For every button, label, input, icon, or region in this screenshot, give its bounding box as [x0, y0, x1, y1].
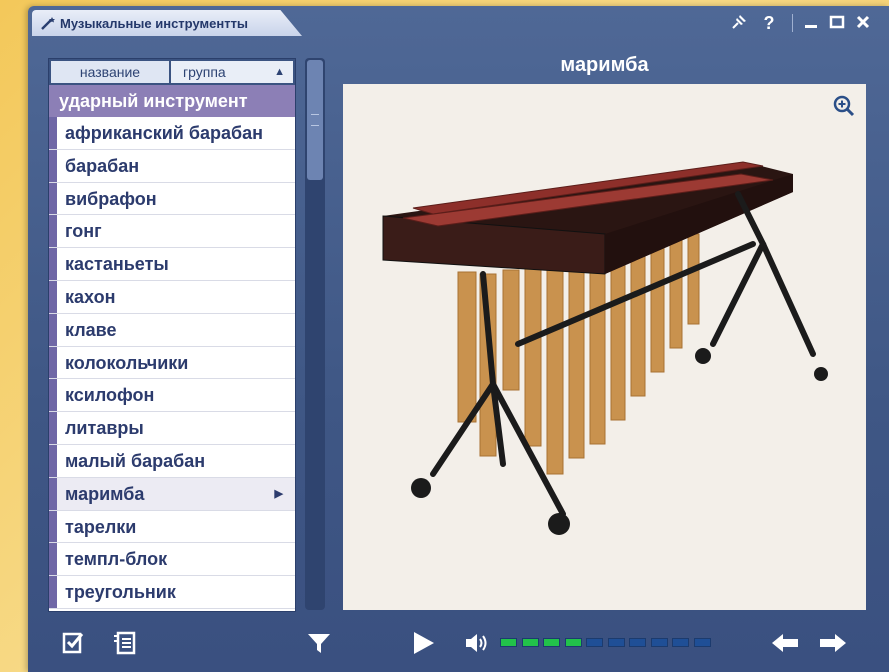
list-view-button[interactable]	[110, 628, 140, 658]
group-tab-label: группа	[183, 64, 226, 80]
sort-by-name-tab[interactable]: название	[51, 61, 169, 83]
list-item[interactable]: треугольник	[49, 576, 295, 609]
volume-segment[interactable]	[564, 638, 582, 647]
list-item-label: литавры	[65, 418, 144, 439]
list-item[interactable]: барабан	[49, 149, 295, 183]
list-header: название группа ▲	[49, 59, 295, 85]
pin-button[interactable]	[728, 12, 750, 34]
minimize-button[interactable]	[800, 12, 822, 34]
bottom-toolbar	[28, 618, 889, 672]
list-item[interactable]: вибрафон	[49, 182, 295, 216]
list-item[interactable]: африканский барабан	[49, 117, 295, 150]
scroll-thumb[interactable]	[307, 60, 323, 180]
next-button[interactable]	[818, 628, 848, 658]
marimba-illustration	[382, 161, 828, 535]
close-button[interactable]	[852, 12, 874, 34]
title-bar: Музыкальные инструментты ?	[28, 6, 889, 40]
list-items: африканский барабан барабан вибрафон гонг ка…	[49, 117, 295, 609]
arrow-left-icon	[772, 634, 798, 652]
list-item[interactable]: малый барабан	[49, 444, 295, 478]
volume-segment[interactable]	[607, 638, 625, 647]
filter-icon	[308, 634, 330, 653]
play-button[interactable]	[408, 628, 438, 658]
filter-button[interactable]	[304, 628, 334, 658]
list-icon	[114, 631, 136, 655]
list-item[interactable]: колокольчики	[49, 346, 295, 380]
volume-segment[interactable]	[650, 638, 668, 647]
list-item[interactable]: маримба ▶	[49, 477, 295, 511]
list-item-label: кахон	[65, 286, 116, 307]
group-heading: ударный инструмент	[49, 85, 295, 117]
list-item-label: кастаньеты	[65, 254, 169, 275]
volume-segment[interactable]	[521, 638, 539, 647]
viewer-title: маримба	[560, 54, 649, 76]
play-icon	[414, 632, 434, 654]
list-item-label: колокольчики	[65, 352, 189, 373]
list-scrollbar[interactable]	[305, 58, 325, 610]
pin-icon	[732, 15, 746, 29]
instrument-list: название группа ▲ ударный инструмент афр…	[48, 58, 296, 612]
volume-segment[interactable]	[629, 638, 646, 647]
volume-segment[interactable]	[543, 638, 560, 647]
checklist-pencil-icon	[62, 632, 84, 654]
instrument-image	[343, 84, 866, 610]
list-item[interactable]: ксилофон	[49, 379, 295, 413]
selected-arrow-icon: ▶	[274, 487, 283, 500]
volume-button[interactable]	[462, 628, 492, 658]
arrow-right-icon	[820, 634, 846, 652]
wand-icon	[40, 15, 58, 31]
list-item-label: треугольник	[65, 582, 176, 603]
list-item[interactable]: тарелки	[49, 510, 295, 544]
volume-segment[interactable]	[500, 638, 517, 647]
volume-segment[interactable]	[586, 638, 603, 647]
app-window: Музыкальные инструментты ? название груп…	[28, 6, 889, 672]
previous-button[interactable]	[770, 628, 800, 658]
list-item[interactable]: гонг	[49, 215, 295, 249]
list-item-label: вибрафон	[65, 188, 157, 209]
zoom-in-icon[interactable]	[832, 94, 856, 118]
list-item[interactable]: кахон	[49, 280, 295, 314]
minimize-icon	[805, 25, 817, 28]
close-icon	[856, 15, 870, 29]
sort-by-group-tab[interactable]: группа ▲	[171, 61, 293, 83]
list-item[interactable]: темпл-блок	[49, 543, 295, 577]
edit-note-button[interactable]	[60, 628, 90, 658]
maximize-button[interactable]	[826, 12, 848, 34]
list-item[interactable]: кастаньеты	[49, 248, 295, 281]
volume-segment[interactable]	[693, 638, 711, 647]
list-item[interactable]: литавры	[49, 412, 295, 445]
maximize-icon	[829, 15, 845, 29]
sort-arrow-icon: ▲	[274, 66, 285, 78]
list-item-label: темпл-блок	[65, 549, 168, 570]
list-item[interactable]: клаве	[49, 313, 295, 347]
grip-icon	[311, 114, 319, 126]
list-item-label: маримба	[65, 483, 145, 504]
speaker-icon	[466, 634, 487, 652]
list-item-label: клаве	[65, 319, 117, 340]
volume-segment[interactable]	[672, 638, 689, 647]
list-item-label: барабан	[65, 155, 140, 176]
list-item-label: африканский барабан	[65, 123, 263, 143]
list-item-label: гонг	[65, 221, 102, 242]
list-item-label: малый барабан	[65, 450, 206, 471]
help-button[interactable]: ?	[758, 12, 780, 34]
titlebar-divider	[792, 14, 793, 32]
list-item-label: ксилофон	[65, 385, 155, 406]
help-icon: ?	[763, 13, 775, 33]
list-item-label: тарелки	[65, 516, 137, 537]
window-title: Музыкальные инструментты	[60, 16, 249, 31]
